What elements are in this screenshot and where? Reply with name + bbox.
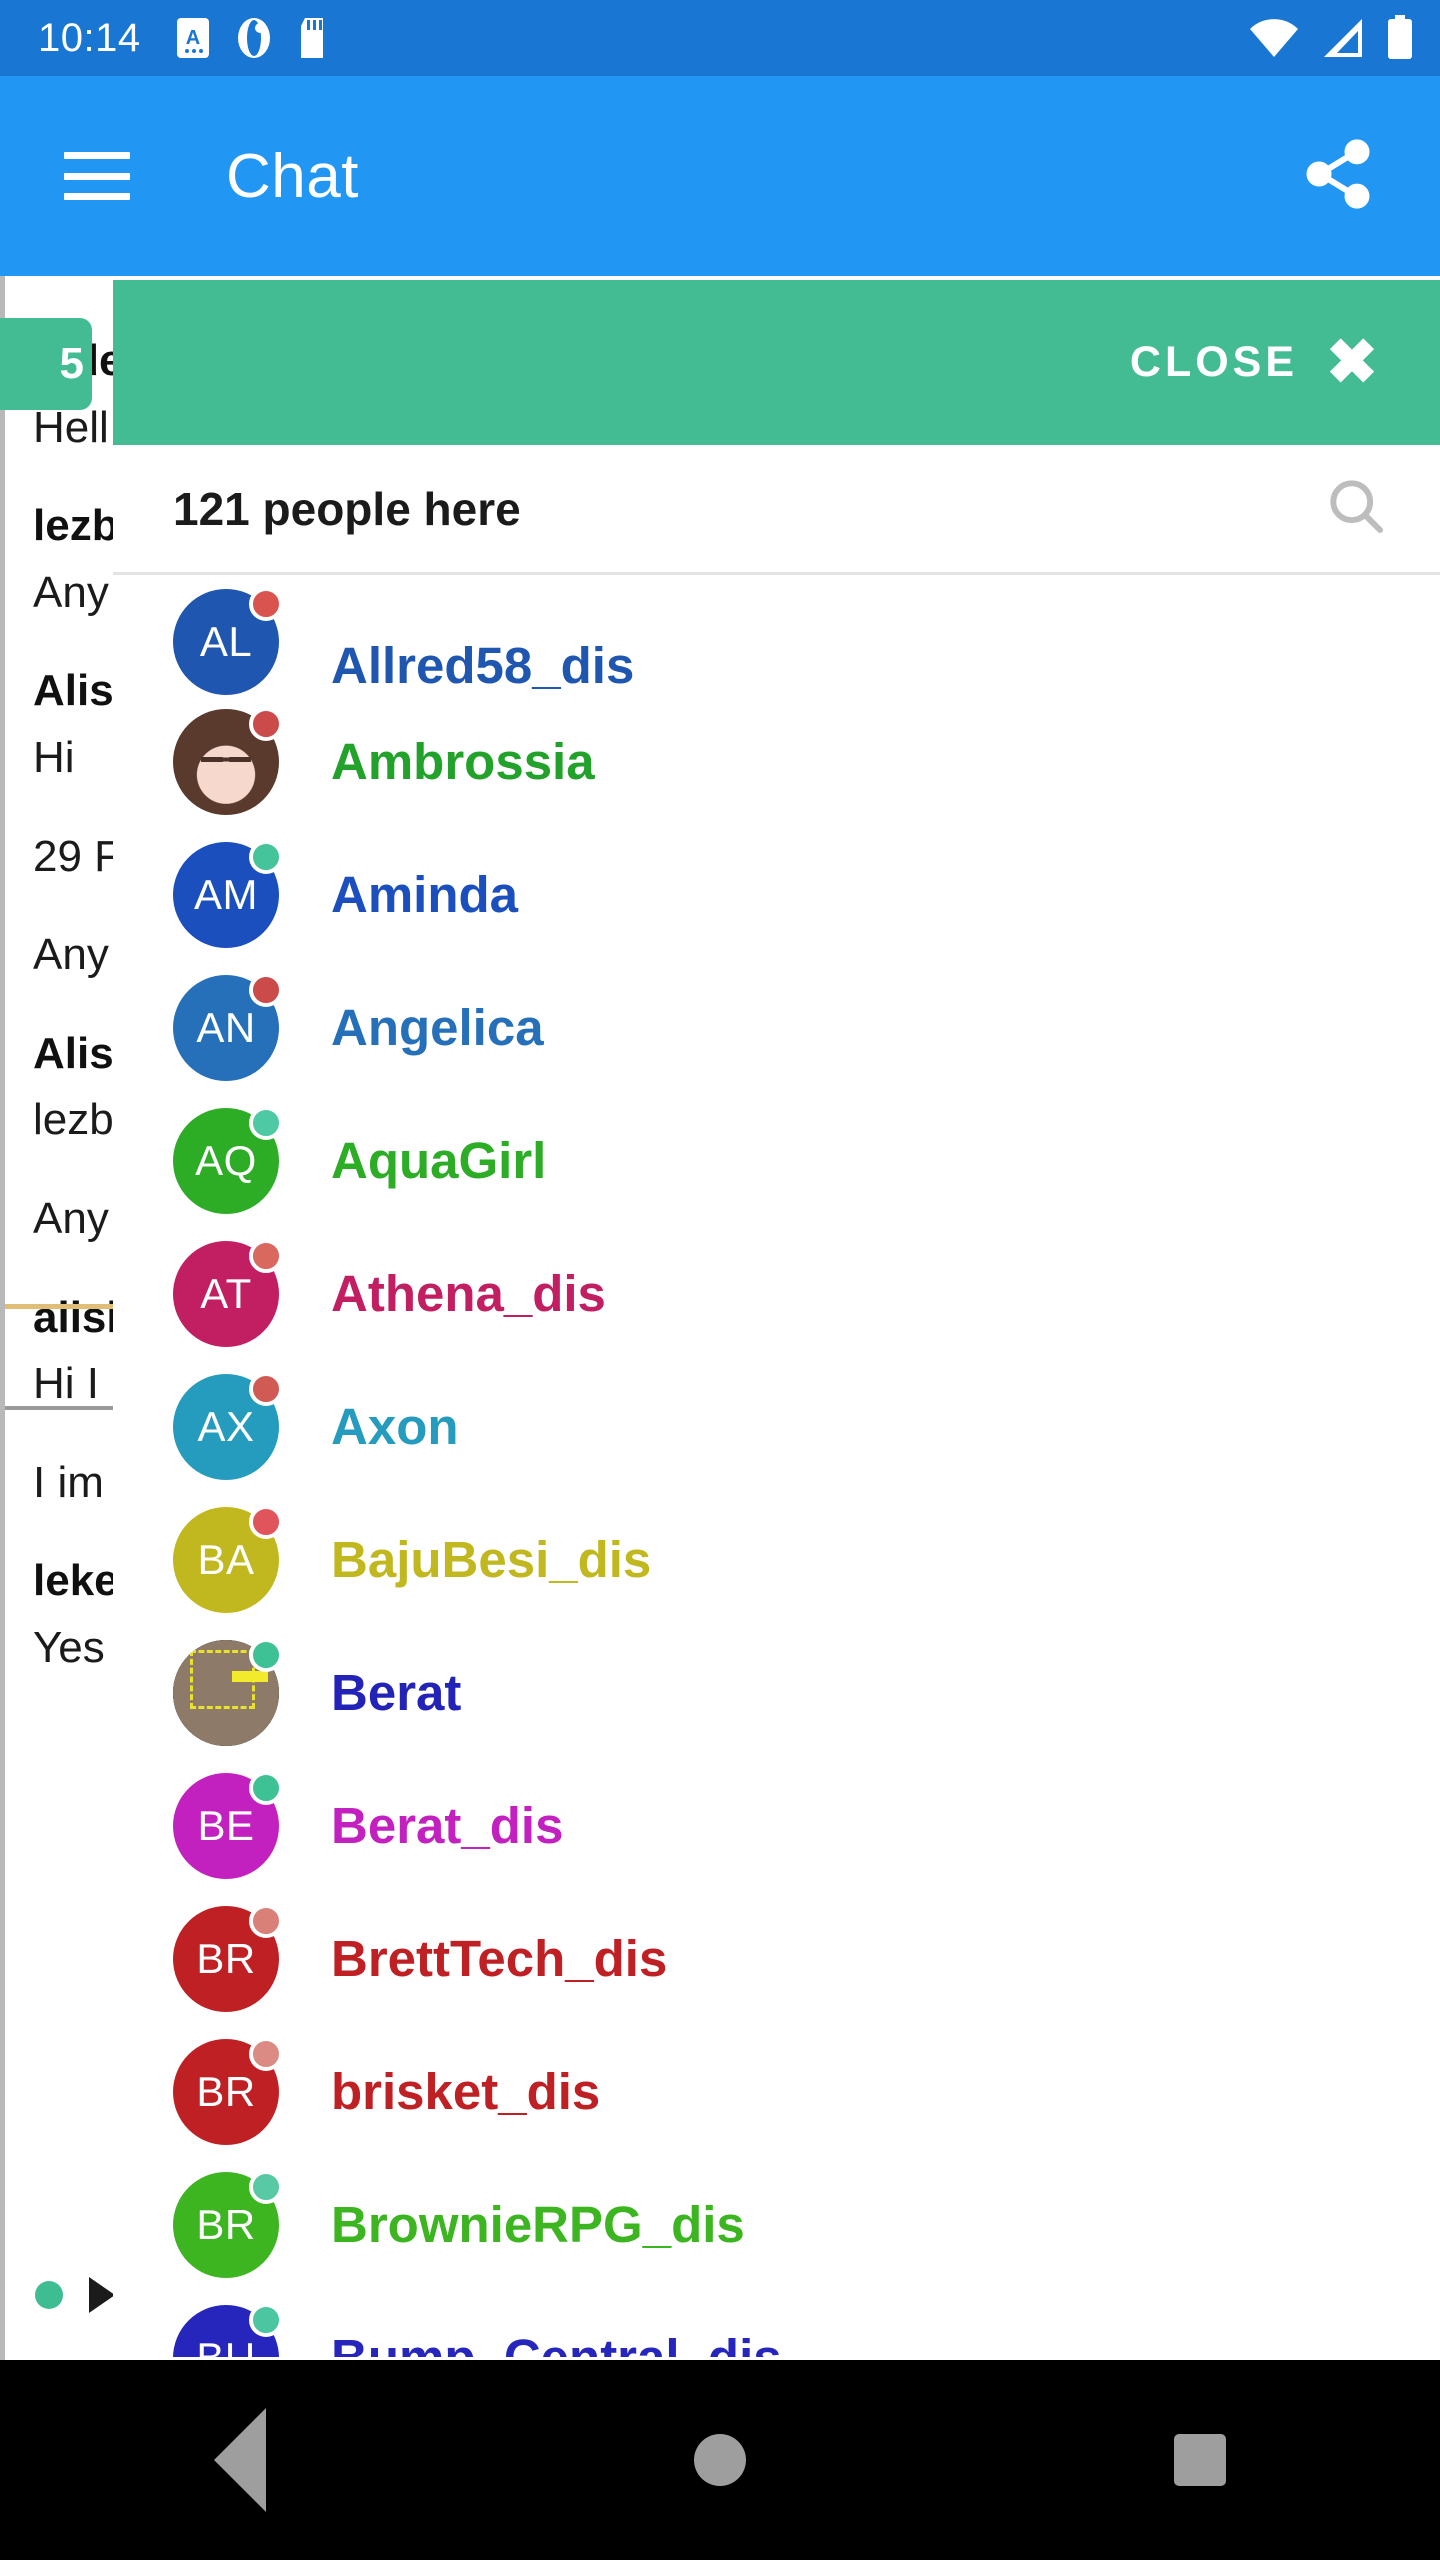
back-badge[interactable]: 5 <box>0 318 92 410</box>
person-row[interactable]: AL Allred58_dis <box>113 575 1440 695</box>
page-title: Chat <box>226 141 359 211</box>
people-panel: 121 people here AL Allred58_dis Ambrossia A… <box>113 445 1440 2360</box>
avatar: BA <box>173 1504 283 1613</box>
person-row[interactable]: AQ AquaGirl <box>113 1094 1440 1227</box>
presence-status-dot-icon <box>249 587 283 621</box>
battery-icon <box>1388 15 1412 59</box>
person-name: AquaGirl <box>331 1132 547 1189</box>
presence-status-dot-icon <box>249 706 283 741</box>
person-row[interactable]: BR BrettTech_dis <box>113 1892 1440 2025</box>
person-name: BajuBesi_dis <box>331 1531 652 1588</box>
avatar <box>173 1637 283 1746</box>
status-right-icon-group <box>1248 15 1414 61</box>
person-row[interactable]: BU Bump_Central_dis <box>113 2291 1440 2357</box>
share-icon[interactable] <box>1300 136 1376 217</box>
presence-status-dot-icon <box>249 2302 283 2337</box>
close-button-label[interactable]: CLOSE <box>1130 338 1298 387</box>
wifi-icon <box>1250 19 1298 57</box>
presence-status-dot-icon <box>249 1371 283 1406</box>
person-row[interactable]: BA BajuBesi_dis <box>113 1493 1440 1626</box>
back-nav-button[interactable] <box>130 2360 350 2560</box>
person-name: Bump_Central_dis <box>331 2328 782 2357</box>
people-count-label: 121 people here <box>173 482 521 535</box>
avatar: BR <box>173 2036 283 2145</box>
person-row[interactable]: AM Aminda <box>113 828 1440 961</box>
avatar: BE <box>173 1770 283 1879</box>
search-icon[interactable] <box>1322 472 1390 545</box>
avatar: AN <box>173 972 283 1081</box>
bg-status-dot-icon <box>35 2281 63 2309</box>
person-name: BrownieRPG_dis <box>331 2196 745 2253</box>
presence-status-dot-icon <box>249 2169 283 2204</box>
person-name: Berat_dis <box>331 1797 564 1854</box>
person-name: Aminda <box>331 866 519 923</box>
back-badge-label: 5 <box>59 339 84 388</box>
person-row[interactable]: AN Angelica <box>113 961 1440 1094</box>
people-list[interactable]: AL Allred58_dis Ambrossia AM Aminda AN Angelic… <box>113 575 1440 2357</box>
svg-text:A: A <box>185 27 199 49</box>
person-row[interactable]: BE Berat_dis <box>113 1759 1440 1892</box>
person-name: BrettTech_dis <box>331 1930 668 1987</box>
app-bar: Chat <box>0 76 1440 276</box>
presence-status-dot-icon <box>249 2036 283 2071</box>
text-input-indicator-icon: A <box>176 18 209 58</box>
hamburger-menu-icon[interactable] <box>64 152 130 200</box>
avatar: AT <box>173 1238 283 1347</box>
presence-status-dot-icon <box>249 839 283 874</box>
person-name: brisket_dis <box>331 2063 601 2120</box>
person-name: Ambrossia <box>331 733 595 790</box>
presence-status-dot-icon <box>249 1903 283 1938</box>
person-row[interactable]: Ambrossia <box>113 695 1440 828</box>
presence-status-dot-icon <box>249 1105 283 1140</box>
home-nav-button[interactable] <box>610 2360 830 2560</box>
presence-status-dot-icon <box>249 1238 283 1273</box>
avatar: AX <box>173 1371 283 1480</box>
avatar: AL <box>173 587 283 695</box>
recents-nav-button[interactable] <box>1090 2360 1310 2560</box>
status-clock: 10:14 <box>38 16 141 60</box>
android-nav-bar <box>0 2360 1440 2560</box>
bg-send-arrow-icon <box>89 2277 115 2313</box>
avatar <box>173 706 283 815</box>
avatar: BU <box>173 2302 283 2357</box>
recents-nav-icon <box>1174 2434 1226 2486</box>
person-row[interactable]: AT Athena_dis <box>113 1227 1440 1360</box>
person-name: Berat <box>331 1664 462 1721</box>
presence-status-dot-icon <box>249 1770 283 1805</box>
do-not-disturb-icon <box>237 18 270 58</box>
close-x-icon[interactable]: ✖ <box>1326 331 1378 394</box>
presence-status-dot-icon <box>249 972 283 1007</box>
home-nav-icon <box>694 2434 746 2486</box>
presence-status-dot-icon <box>249 1637 283 1672</box>
person-name: Allred58_dis <box>331 637 635 694</box>
person-row[interactable]: BR brisket_dis <box>113 2025 1440 2158</box>
person-row[interactable]: BR BrownieRPG_dis <box>113 2158 1440 2291</box>
person-name: Axon <box>331 1398 459 1455</box>
phone-screen: 10:14 A Chat Hell lezb Any Alis Hi 29 F … <box>0 0 1440 2560</box>
status-bar: 10:14 A <box>0 0 1440 76</box>
cellular-signal-icon <box>1324 19 1362 57</box>
person-row[interactable]: Berat <box>113 1626 1440 1759</box>
person-name: Athena_dis <box>331 1265 606 1322</box>
people-panel-header: 121 people here <box>113 445 1440 575</box>
avatar: AM <box>173 839 283 948</box>
avatar: AQ <box>173 1105 283 1214</box>
avatar: BR <box>173 2169 283 2278</box>
status-left-icon-group: A <box>175 16 329 60</box>
presence-status-dot-icon <box>249 1504 283 1539</box>
people-overlay-header: CLOSE ✖ <box>113 280 1440 445</box>
back-nav-icon <box>214 2408 266 2512</box>
sd-card-icon <box>300 18 323 58</box>
avatar: BR <box>173 1903 283 2012</box>
person-row[interactable]: AX Axon <box>113 1360 1440 1493</box>
person-name: Angelica <box>331 999 544 1056</box>
